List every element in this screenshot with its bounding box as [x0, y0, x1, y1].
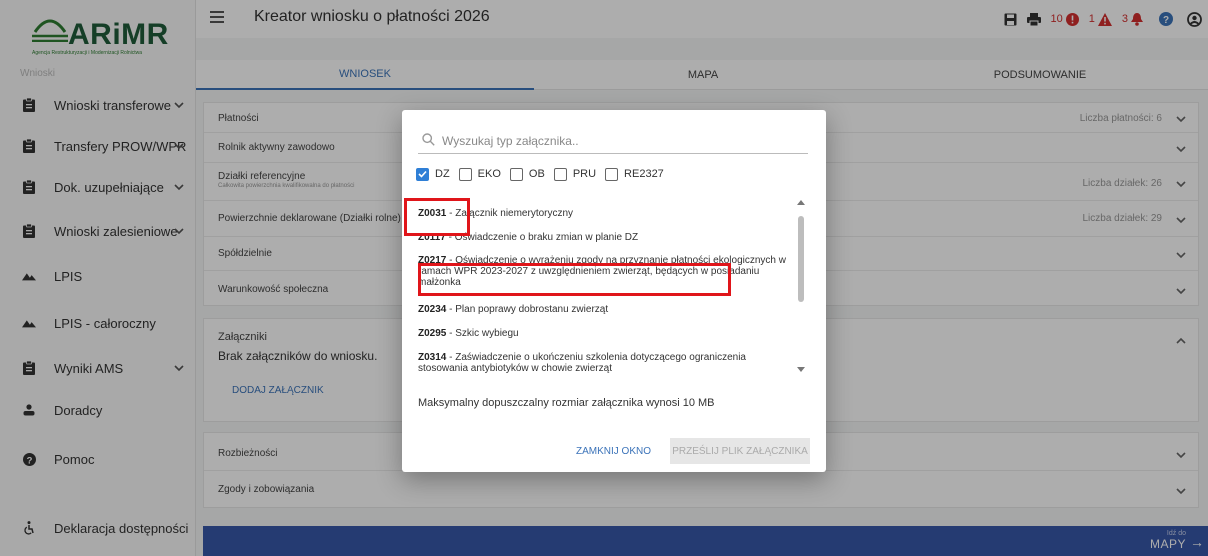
- attachment-type-dialog: DZ EKO OB PRU RE2327 Z0031 - Załącznik nieme…: [402, 110, 826, 472]
- attachment-type-list: Z0031 - Załącznik niemerytoryczny Z0117 …: [418, 204, 798, 382]
- list-item[interactable]: Z0314 - Zaświadczenie o ukończeniu szkol…: [418, 352, 796, 374]
- scroll-down-icon[interactable]: [796, 366, 806, 374]
- checkbox-empty-icon[interactable]: [509, 167, 523, 181]
- list-scrollbar[interactable]: [796, 198, 808, 378]
- search-icon: [422, 133, 435, 146]
- close-dialog-button[interactable]: ZAMKNIJ OKNO: [572, 440, 655, 462]
- list-item[interactable]: Z0234 - Plan poprawy dobrostanu zwierząt: [418, 304, 796, 315]
- checkbox-empty-icon[interactable]: [458, 167, 472, 181]
- filter-eko-checkbox[interactable]: EKO: [458, 167, 501, 181]
- list-item[interactable]: Z0117 - Oświadczenie o braku zmian w pla…: [418, 232, 796, 243]
- attachment-search: [418, 128, 808, 154]
- checkbox-checked-icon[interactable]: [416, 167, 429, 181]
- filter-dz-checkbox[interactable]: DZ: [416, 167, 450, 181]
- attachment-search-input[interactable]: [442, 130, 802, 152]
- filter-pru-checkbox[interactable]: PRU: [553, 167, 596, 181]
- list-item[interactable]: Z0217 - Oświadczenie o wyrażeniu zgody n…: [418, 255, 796, 288]
- scrollbar-thumb[interactable]: [798, 216, 804, 302]
- checkbox-empty-icon[interactable]: [553, 167, 567, 181]
- list-item[interactable]: Z0295 - Szkic wybiegu: [418, 328, 796, 339]
- attachment-filters: DZ EKO OB PRU RE2327: [416, 166, 673, 182]
- upload-attachment-button[interactable]: PRZEŚLIJ PLIK ZAŁĄCZNIKA: [670, 438, 810, 464]
- scroll-up-icon[interactable]: [796, 198, 806, 206]
- max-size-info: Maksymalny dopuszczalny rozmiar załączni…: [418, 397, 715, 409]
- filter-ob-checkbox[interactable]: OB: [509, 167, 545, 181]
- checkbox-empty-icon[interactable]: [605, 167, 619, 181]
- filter-re2327-checkbox[interactable]: RE2327: [605, 167, 664, 181]
- list-item[interactable]: Z0031 - Załącznik niemerytoryczny: [418, 208, 796, 219]
